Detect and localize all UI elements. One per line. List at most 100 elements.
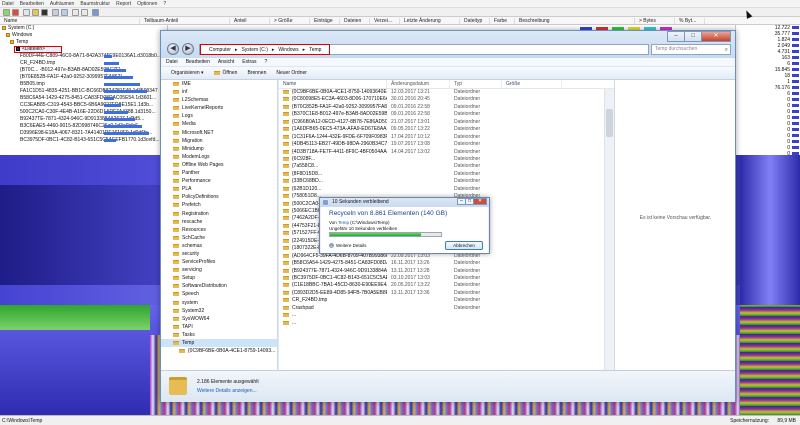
column-header[interactable]: Letzte Änderung <box>400 17 460 24</box>
nav-folder-item[interactable]: L2Schemas <box>161 96 277 104</box>
file-row[interactable]: Crashpad Dateiordner <box>279 305 614 312</box>
new-folder-button[interactable]: Neuer Ordner <box>276 70 307 76</box>
menu-item[interactable]: ? <box>163 1 166 7</box>
scrollbar-thumb[interactable] <box>606 109 613 137</box>
file-row[interactable]: ... <box>279 320 614 327</box>
toolbar-refresh-icon[interactable] <box>3 9 10 16</box>
tree-node-windows[interactable]: Windows <box>0 32 167 39</box>
nav-folder-item[interactable]: SysWOW64 <box>161 315 277 323</box>
file-row[interactable]: {8F8D15D8... Dateiordner <box>279 171 614 178</box>
nav-folder-item[interactable]: ServiceProfiles <box>161 258 277 266</box>
column-header[interactable]: Einträge <box>310 17 340 24</box>
nav-folder-item[interactable]: servicing <box>161 266 277 274</box>
organize-button[interactable]: Organisieren ▾ <box>171 70 204 76</box>
tree-node-file[interactable]: 500C2CA0-C30F-4E4B-A16E-22D6D1ADF7A4388.… <box>0 109 167 116</box>
toolbar-delete-icon[interactable] <box>52 9 59 16</box>
tree-node-file[interactable]: B5B05.tmp <box>0 81 167 88</box>
nav-folder-item[interactable]: inf <box>161 88 277 96</box>
nav-folder-item[interactable]: LiveKernelReports <box>161 104 277 112</box>
explorer-menu-item[interactable]: Datei <box>166 59 178 65</box>
cancel-button[interactable]: Abbrechen <box>445 241 483 250</box>
tree-node-files-selected[interactable]: <Dateien> <box>14 46 62 53</box>
nav-folder-item[interactable]: rescache <box>161 218 277 226</box>
nav-folder-item[interactable]: Temp <box>161 339 277 348</box>
file-row[interactable]: {C966B0A12-0ECD-4127-8B78-7E86AD502... 21… <box>279 119 614 126</box>
tree-node-file[interactable]: D3996E98-E18A-4067-8321-7A41401DE1619F9.… <box>0 130 167 137</box>
nav-folder-item[interactable]: Migration <box>161 137 277 145</box>
file-row[interactable]: {C1E18BBC-7BA1-45CD-8630-E90EE9E4A... 20.… <box>279 282 614 289</box>
file-row[interactable]: {0C80098E5-EC3A-4603-8D06-170710E6AD... 3… <box>279 96 614 103</box>
menu-item[interactable]: Optionen <box>137 1 157 7</box>
file-row[interactable]: {B924377E-7871-4324-946C-9D9133884A2... 1… <box>279 268 614 275</box>
file-row[interactable]: {0C9BF6BE-0B0A-4CE1-8759-14093640EE... 12… <box>279 89 614 96</box>
column-header[interactable]: Farbe <box>490 17 515 24</box>
explorer-menu-item[interactable]: ? <box>264 59 267 65</box>
open-button[interactable]: Öffnen <box>213 70 237 76</box>
maximize-button[interactable]: □ <box>684 31 702 42</box>
menu-item[interactable]: Report <box>116 1 131 7</box>
tree-node-file[interactable]: {B70C... -B012-497e-B3AB-8AD02E59BC7F} <box>0 67 167 74</box>
toolbar-zoom-out-icon[interactable] <box>81 9 88 16</box>
file-row[interactable]: {33BC68BD... Dateiordner <box>279 178 614 185</box>
toolbar-explorer-icon[interactable] <box>32 9 39 16</box>
nav-folder-item[interactable]: Offline Web Pages <box>161 161 277 169</box>
menu-item[interactable]: Baumstruktur <box>80 1 110 7</box>
tree-node-file[interactable]: B58C6A54-1429-4275-8451-CA83FD08DAC05E54… <box>0 95 167 102</box>
nav-folder-item[interactable]: ModemLogs <box>161 153 277 161</box>
tree-node-file[interactable]: B3C6EAE5-4460-9015-82D998746C26a0.1d3a6b… <box>0 123 167 130</box>
nav-folder-item[interactable]: Speech <box>161 290 277 298</box>
breadcrumb-segment[interactable]: System (C:) <box>241 47 267 53</box>
nav-folder-item[interactable]: PLA <box>161 185 277 193</box>
toolbar-cmd-icon[interactable] <box>41 9 48 16</box>
column-header[interactable]: > Größe <box>270 17 310 24</box>
minimize-button[interactable]: – <box>667 31 685 42</box>
show-more-details-link[interactable]: Weitere Details anzeigen... <box>197 388 257 394</box>
menu-item[interactable]: Datei <box>2 1 14 7</box>
close-button[interactable]: ✕ <box>701 31 731 42</box>
toolbar-help-icon[interactable] <box>92 9 99 16</box>
file-row[interactable]: {6C928F... Dateiordner <box>279 156 614 163</box>
breadcrumb-segment[interactable]: Windows <box>278 47 298 53</box>
toolbar-zoom-in-icon[interactable] <box>72 9 79 16</box>
tree-node-file[interactable]: {B70E852B-FA1F-42a0-9252-3099957FA862} <box>0 74 167 81</box>
tree-node-file[interactable]: BC3975DF-0BC1-4C82-B143-651C5C5AEEFB1770… <box>0 137 167 144</box>
breadcrumb-segment[interactable]: Temp <box>309 47 321 53</box>
col-name-header[interactable]: Name <box>279 80 387 88</box>
column-header[interactable]: Name <box>0 17 140 24</box>
nav-folder-item[interactable]: Microsoft.NET <box>161 129 277 137</box>
file-row[interactable]: {B58C6A54-1429-4275-8451-CA83FD08DAC... 1… <box>279 260 614 267</box>
nav-folder-item[interactable]: system <box>161 299 277 307</box>
nav-folder-item[interactable]: IME <box>161 80 277 88</box>
file-row[interactable]: CR_F24BD.tmp Dateiordner <box>279 297 614 304</box>
file-row[interactable]: ... <box>279 312 614 319</box>
explorer-menu-item[interactable]: Ansicht <box>218 59 234 65</box>
menu-item[interactable]: Aufräumen <box>50 1 74 7</box>
column-header[interactable]: > Bytes <box>635 17 675 24</box>
nav-folder-item[interactable]: System32 <box>161 307 277 315</box>
address-bar[interactable]: Computer ▸ System (C:) ▸ Windows ▸ Temp <box>199 44 649 55</box>
nav-folder-item[interactable]: Logs <box>161 112 277 120</box>
tree-node-root[interactable]: System (C:) <box>0 25 167 32</box>
tree-node-file[interactable]: CR_F24BD.tmp <box>0 60 167 67</box>
nav-folder-item[interactable]: Performance <box>161 177 277 185</box>
file-row[interactable]: {4DB45113-EB27-49DB-98DA-2960B34C76... 19… <box>279 141 614 148</box>
tree-node-file[interactable]: B92437TE-7871-4324-946C-9D9133884A2627.1… <box>0 116 167 123</box>
column-header[interactable]: Dateityp <box>460 17 490 24</box>
nav-folder-item[interactable]: PolicyDefinitions <box>161 193 277 201</box>
file-row[interactable]: {1C31F6A-1244-432E-9FDE-6F709F0983F... 17… <box>279 134 614 141</box>
nav-folder-item[interactable]: Media <box>161 120 277 128</box>
tree-node-file[interactable]: FA1C1D51-4835-4251-BB1C-BC66DB824781F49.… <box>0 88 167 95</box>
column-header[interactable]: Anteil <box>230 17 270 24</box>
file-row[interactable]: {C893D2D5-EE89-4D85-94FB-7B0A5EB8FA... 13… <box>279 290 614 297</box>
toolbar-stop-icon[interactable] <box>12 9 19 16</box>
file-row[interactable]: {1A6DFB65-0EC5-473A-AFA9-ED67E8AA3... 09.… <box>279 126 614 133</box>
nav-folder-item[interactable]: security <box>161 250 277 258</box>
nav-folder-item[interactable]: Tasks <box>161 331 277 339</box>
explorer-menu-item[interactable]: Extras <box>242 59 256 65</box>
file-row[interactable]: {62B1D120... Dateiordner <box>279 186 614 193</box>
burn-button[interactable]: Brennen <box>247 70 266 76</box>
toolbar-properties-icon[interactable] <box>61 9 68 16</box>
more-details-toggle[interactable]: ⌄ Weitere Details <box>329 243 366 248</box>
tree-node-file[interactable]: F80DF44E-C889-46C0-8A71-842A3745E9E0136A… <box>0 53 167 60</box>
col-size-header[interactable]: Größe <box>502 80 562 88</box>
